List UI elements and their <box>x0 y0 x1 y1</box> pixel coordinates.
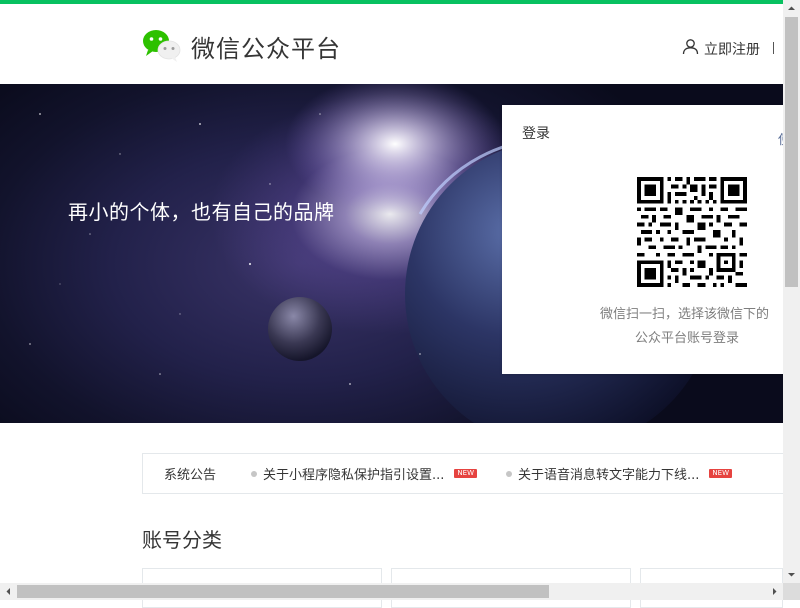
new-badge: NEW <box>709 469 732 478</box>
bullet-dot <box>251 470 257 477</box>
login-tip-line2: 公众平台账号登录 <box>635 331 740 346</box>
scroll-down-arrow-icon[interactable] <box>783 566 800 583</box>
horizontal-scrollbar[interactable] <box>0 583 783 600</box>
scroll-up-arrow-icon[interactable] <box>783 0 800 17</box>
logo[interactable]: 微信公众平台 <box>142 26 341 66</box>
login-panel: 登录 使 <box>502 105 783 374</box>
qr-code-icon <box>637 177 747 287</box>
notice-item[interactable]: 关于小程序隐私保护指引设置... NEW <box>251 464 477 483</box>
scroll-right-arrow-icon[interactable] <box>766 583 783 600</box>
notice-item[interactable]: 关于语音消息转文字能力下线... NEW <box>506 464 732 483</box>
brand-title: 微信公众平台 <box>191 34 341 63</box>
register-label: 立即注册 <box>704 41 760 58</box>
horizontal-scroll-thumb[interactable] <box>17 585 549 598</box>
header: 微信公众平台 立即注册 <box>0 4 783 84</box>
scrollbar-corner <box>783 583 800 600</box>
bullet-dot <box>506 470 512 477</box>
header-divider <box>773 42 774 54</box>
login-title: 登录 <box>522 126 550 142</box>
login-tip-line1: 微信扫一扫，选择该微信下的 <box>600 307 770 322</box>
notice-item-text: 关于语音消息转文字能力下线... <box>518 468 700 483</box>
notice-title: 系统公告 <box>164 468 217 483</box>
register-link[interactable]: 立即注册 <box>682 38 760 59</box>
new-badge: NEW <box>454 469 477 478</box>
account-category-title: 账号分类 <box>142 528 222 552</box>
vertical-scroll-thumb[interactable] <box>785 17 798 287</box>
user-icon <box>682 38 699 59</box>
scroll-left-arrow-icon[interactable] <box>0 583 17 600</box>
notice-item-text: 关于小程序隐私保护指引设置... <box>263 468 445 483</box>
system-notice-bar: 系统公告 关于小程序隐私保护指引设置... NEW 关于语音消息转文字能力下线.… <box>142 453 783 494</box>
wechat-logo-icon <box>142 28 182 64</box>
banner-slogan: 再小的个体，也有自己的品牌 <box>68 200 335 224</box>
vertical-scrollbar[interactable] <box>783 0 800 583</box>
